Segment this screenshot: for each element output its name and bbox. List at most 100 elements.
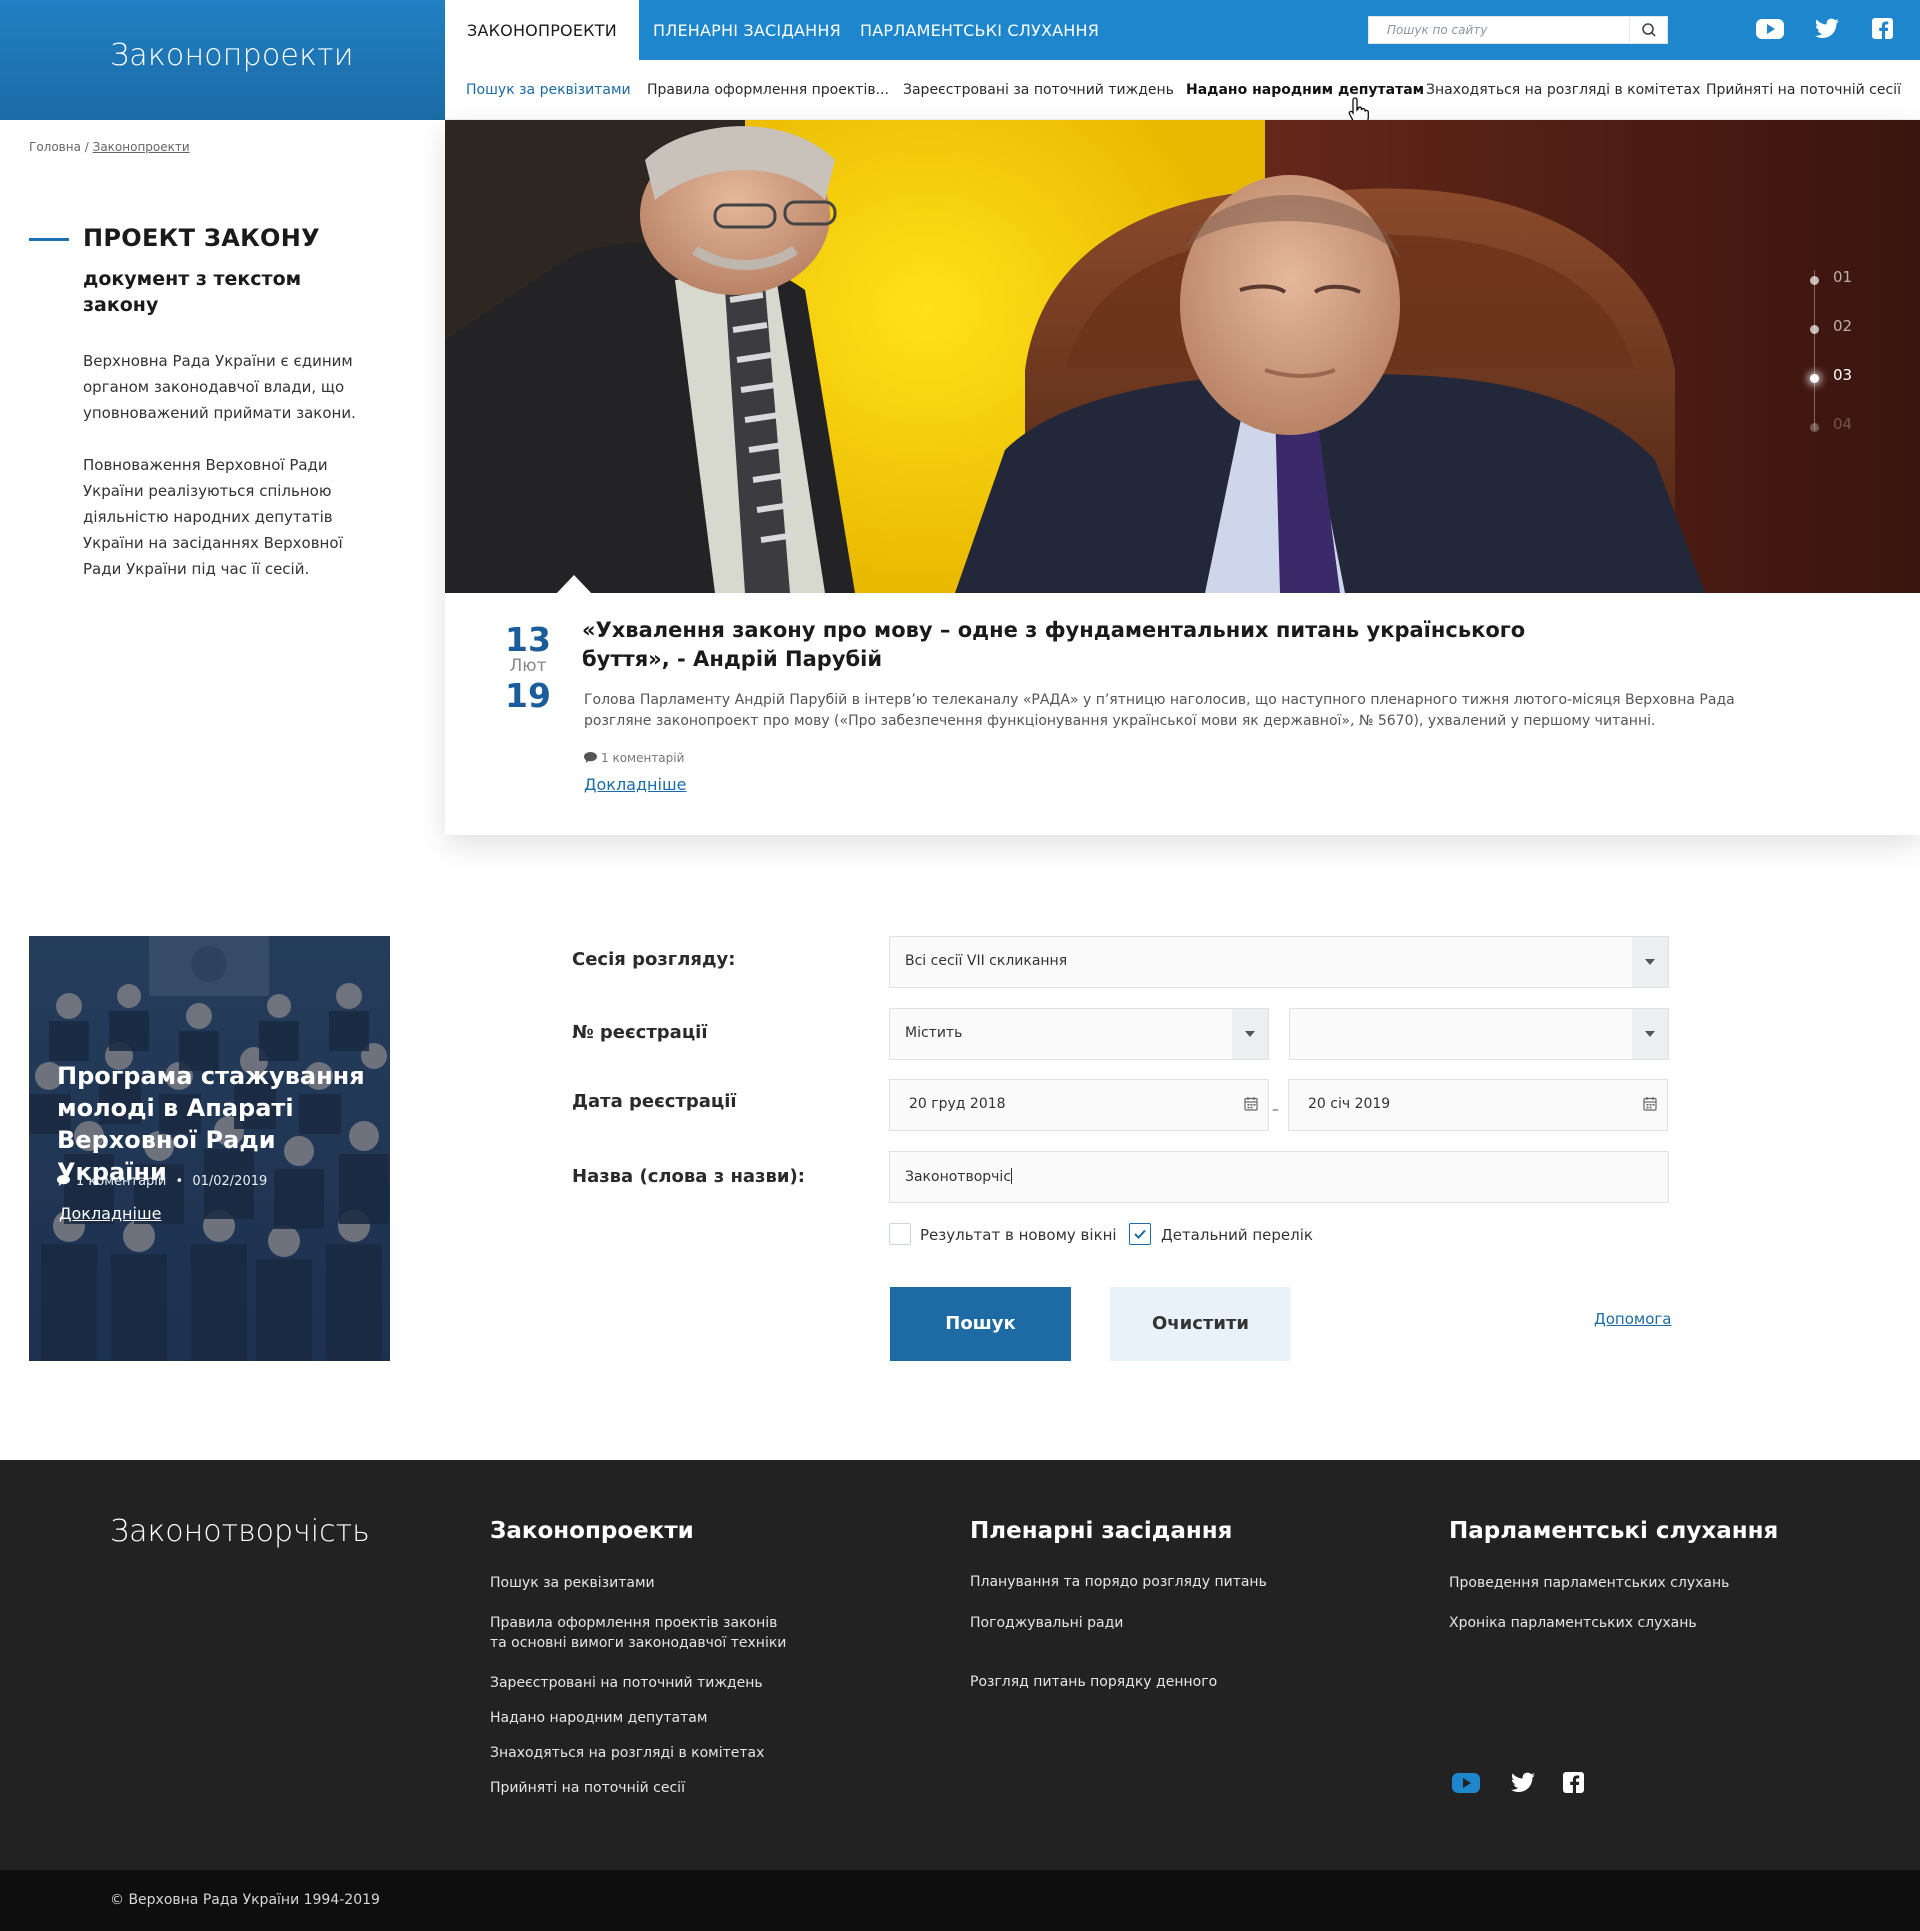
- search-button[interactable]: [1629, 17, 1667, 43]
- tab-zakonoproekty[interactable]: ЗАКОНОПРОЕКТИ: [445, 0, 639, 60]
- footer-link[interactable]: Прийняті на поточній сесії: [490, 1778, 685, 1798]
- slider-pagination: 01 02 03 04: [1805, 260, 1865, 560]
- tab-parlamentski-sluhannia[interactable]: ПАРЛАМЕНТСЬКІ СЛУХАННЯ: [860, 0, 1099, 60]
- news-more-link[interactable]: Докладніше: [584, 775, 686, 794]
- chevron-down-icon[interactable]: [1232, 1009, 1268, 1059]
- calendar-icon[interactable]: [1244, 1096, 1258, 1111]
- facebook-link[interactable]: [1867, 16, 1897, 42]
- slider-dot-active[interactable]: [1810, 374, 1819, 383]
- subnav-zareiestrovani[interactable]: Зареєстровані за поточний тиждень: [903, 60, 1174, 120]
- featured-news-card: 01 02 03 04 13 Лют 19 «Ухвалення закону …: [445, 120, 1920, 835]
- footer-link[interactable]: Пошук за реквізитами: [490, 1573, 655, 1593]
- search-input[interactable]: [1369, 17, 1629, 43]
- twitter-link[interactable]: [1812, 16, 1842, 42]
- footer-title-plenarni[interactable]: Пленарні засідання: [970, 1518, 1232, 1544]
- calendar-icon[interactable]: [1643, 1096, 1657, 1111]
- subnav-pravyla-oformlennia[interactable]: Правила оформлення проектів...: [647, 60, 889, 120]
- footer-link[interactable]: Правила оформлення проектів законів: [490, 1613, 777, 1633]
- slider-dot[interactable]: [1810, 276, 1819, 285]
- youtube-link[interactable]: [1755, 16, 1785, 42]
- brand-panel: Законопроекти: [0, 0, 445, 120]
- site-search: [1368, 16, 1668, 44]
- footer-link[interactable]: Розгляд питань порядку денного: [970, 1672, 1217, 1692]
- breadcrumb-current[interactable]: Законопроекти: [93, 140, 190, 154]
- name-label: Назва (слова з назви):: [572, 1166, 805, 1187]
- search-submit-button[interactable]: Пошук: [890, 1287, 1071, 1361]
- tab-plenarni-zasidannia[interactable]: ПЛЕНАРНІ ЗАСІДАННЯ: [653, 0, 841, 60]
- name-input-value: Законотворчіс: [905, 1168, 1013, 1185]
- footer-title-zakonoproekty[interactable]: Законопроекти: [490, 1518, 694, 1544]
- footer-title-sluhannia[interactable]: Парламентські слухання: [1449, 1518, 1778, 1544]
- date-from-input[interactable]: 20 груд 2018: [889, 1079, 1269, 1131]
- footer-facebook-link[interactable]: [1558, 1770, 1588, 1796]
- section-paragraph: Повноваження Верховної Ради України реал…: [83, 456, 343, 578]
- copyright-bar: © Верховна Рада України 1994-2019: [0, 1870, 1920, 1931]
- help-link[interactable]: Допомога: [1594, 1310, 1671, 1328]
- session-select[interactable]: Всі сесії VII скликання: [889, 936, 1669, 988]
- detailed-list-checkbox[interactable]: [1129, 1223, 1151, 1245]
- footer-link[interactable]: Надано народним депутатам: [490, 1708, 707, 1728]
- sub-navigation: Пошук за реквізитами Правила оформлення …: [445, 60, 1920, 120]
- breadcrumb: Головна / Законопроекти: [29, 140, 190, 154]
- facebook-icon: [1563, 1772, 1584, 1793]
- youtube-icon: [1452, 1773, 1480, 1793]
- footer-link[interactable]: та основні вимоги законодавчої техніки: [490, 1633, 786, 1653]
- section-paragraph: Верхновна Рада України є єдиним органом …: [83, 352, 356, 422]
- promo-more-link[interactable]: Докладніше: [59, 1204, 161, 1223]
- chevron-down-icon[interactable]: [1632, 1009, 1668, 1059]
- footer-link[interactable]: Проведення парламентських слухань: [1449, 1573, 1729, 1593]
- new-window-checkbox[interactable]: [889, 1223, 911, 1245]
- slider-track: [1814, 270, 1815, 430]
- footer-link[interactable]: Знаходяться на розгляді в комітетах: [490, 1743, 764, 1763]
- internship-promo-card[interactable]: Програма стажування молоді в Апараті Вер…: [29, 936, 390, 1361]
- footer-link[interactable]: Погоджувальні ради: [970, 1613, 1123, 1633]
- twitter-icon: [1511, 1772, 1535, 1792]
- checkmark-icon: [1134, 1229, 1146, 1239]
- date-range-separator: –: [1272, 1102, 1279, 1118]
- registration-mode-select[interactable]: Містить: [889, 1008, 1269, 1060]
- footer-brand[interactable]: Законотворчість: [110, 1514, 370, 1549]
- search-icon: [1642, 23, 1656, 37]
- subnav-nadano-deputatam[interactable]: Надано народним депутатам: [1186, 60, 1424, 120]
- site-title[interactable]: Законопроекти: [110, 38, 354, 73]
- news-photo[interactable]: [445, 120, 1920, 593]
- news-title[interactable]: «Ухвалення закону про мову – одне з фунд…: [582, 616, 1582, 674]
- promo-title[interactable]: Програма стажування молоді в Апараті Вер…: [57, 1060, 377, 1188]
- slider-number[interactable]: 04: [1833, 415, 1852, 433]
- new-window-label[interactable]: Результат в новому вікні: [920, 1226, 1117, 1244]
- subnav-na-rozghliadi[interactable]: Знаходяться на розгляді в комітетах: [1426, 60, 1700, 120]
- news-date-day: 13: [505, 620, 551, 659]
- footer-link[interactable]: Зареєстровані на поточний тиждень: [490, 1673, 763, 1693]
- news-excerpt: Голова Парламенту Андрій Парубій в інтер…: [584, 692, 1735, 729]
- slider-number[interactable]: 01: [1833, 268, 1852, 286]
- slider-dot[interactable]: [1810, 325, 1819, 334]
- breadcrumb-home[interactable]: Головна: [29, 140, 81, 154]
- section-description: Верхновна Рада України є єдиним органом …: [83, 348, 373, 582]
- footer-link[interactable]: Хроніка парламентських слухань: [1449, 1613, 1697, 1633]
- subnav-poshuk-za-rekvizytamy[interactable]: Пошук за реквізитами: [466, 60, 631, 120]
- top-navigation: ЗАКОНОПРОЕКТИ ПЛЕНАРНІ ЗАСІДАННЯ ПАРЛАМЕ…: [445, 0, 1920, 60]
- footer-twitter-link[interactable]: [1508, 1770, 1538, 1796]
- footer-link[interactable]: Планування та порядо розгляду питань: [970, 1572, 1267, 1592]
- detailed-list-label[interactable]: Детальний перелік: [1161, 1226, 1313, 1244]
- promo-comments[interactable]: 1 коментарій: [76, 1174, 166, 1189]
- subnav-pryiniati[interactable]: Прийняті на поточній сесії: [1706, 60, 1901, 120]
- news-comments[interactable]: 1 коментарій: [584, 751, 684, 765]
- slider-number-active[interactable]: 03: [1833, 366, 1852, 384]
- registration-number-label: № реєстрації: [572, 1022, 708, 1043]
- name-input[interactable]: Законотворчіс: [889, 1151, 1669, 1203]
- session-select-value: Всі сесії VII скликання: [905, 953, 1068, 969]
- slider-dot[interactable]: [1810, 423, 1819, 432]
- news-comments-count: 1 коментарій: [601, 751, 685, 765]
- session-label: Сесія розгляду:: [572, 949, 736, 970]
- chevron-down-icon[interactable]: [1632, 937, 1668, 987]
- photo-notch-icon: [555, 575, 593, 595]
- registration-number-select[interactable]: [1289, 1008, 1669, 1060]
- promo-meta: 1 коментарій • 01/02/2019: [57, 1174, 267, 1189]
- clear-button[interactable]: Очистити: [1110, 1287, 1291, 1361]
- comment-icon: [57, 1175, 70, 1186]
- footer-youtube-link[interactable]: [1451, 1770, 1481, 1796]
- slider-number[interactable]: 02: [1833, 317, 1852, 335]
- date-to-input[interactable]: 20 січ 2019: [1288, 1079, 1668, 1131]
- breadcrumb-separator: /: [80, 140, 93, 154]
